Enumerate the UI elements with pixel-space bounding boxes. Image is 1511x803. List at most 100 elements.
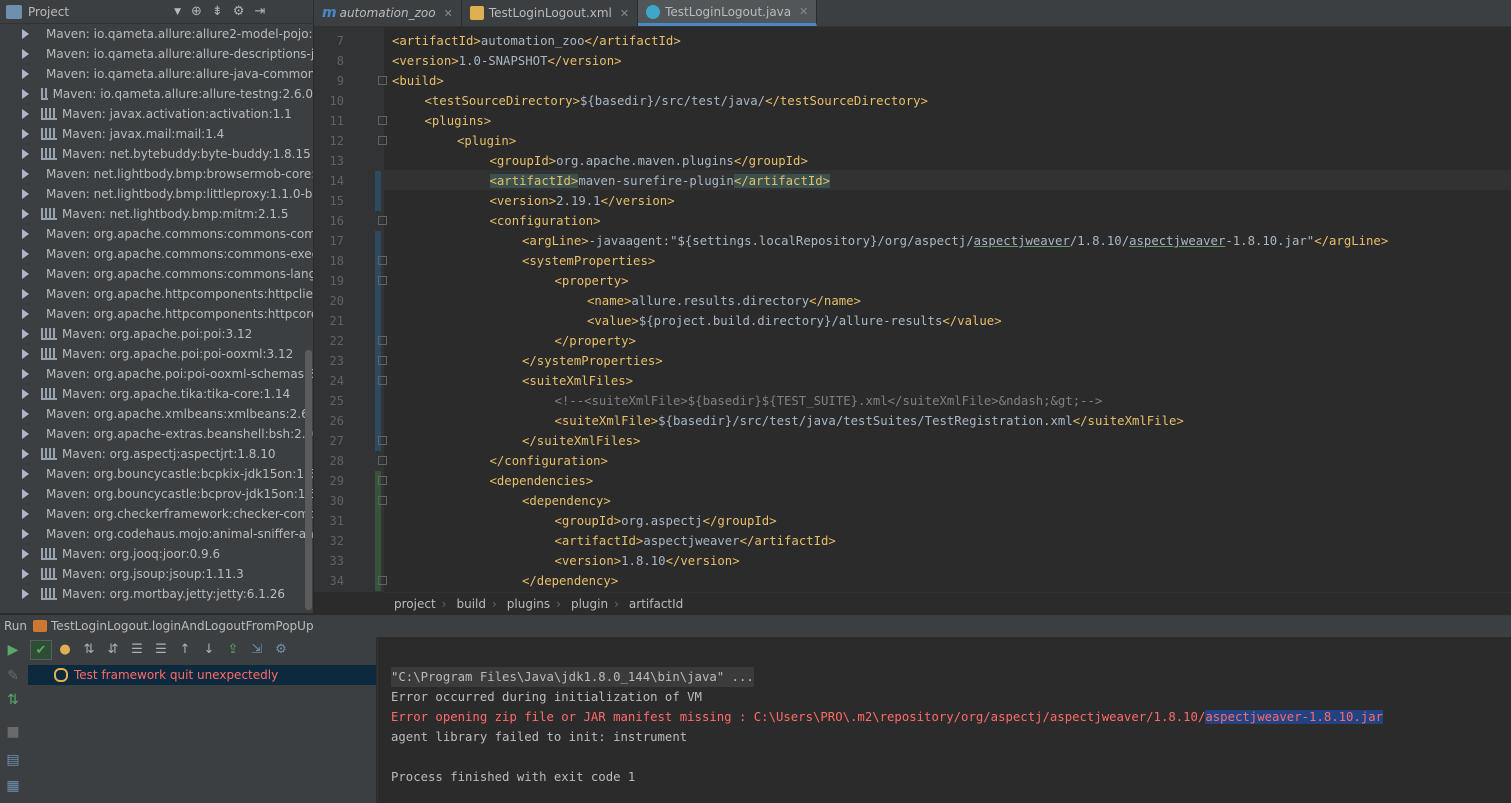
fold-icon[interactable]: [378, 376, 387, 385]
expand-arrow-icon[interactable]: [22, 249, 29, 259]
expand-arrow-icon[interactable]: [22, 209, 29, 219]
code-line[interactable]: </property>: [555, 331, 636, 351]
code-line[interactable]: <dependency>: [522, 491, 611, 511]
expand-all-icon[interactable]: ☰: [126, 640, 148, 660]
tree-item-maven-library[interactable]: Maven: io.qameta.allure:allure-java-comm…: [0, 64, 313, 84]
hide-icon[interactable]: ⇥: [254, 4, 265, 19]
vcs-change-marker[interactable]: [375, 511, 381, 531]
code-line[interactable]: <plugins>: [425, 111, 492, 131]
tree-item-maven-library[interactable]: Maven: org.jsoup:jsoup:1.11.3: [0, 564, 313, 584]
expand-arrow-icon[interactable]: [22, 449, 29, 459]
tree-item-maven-library[interactable]: Maven: net.lightbody.bmp:browsermob-core…: [0, 164, 313, 184]
tree-item-maven-library[interactable]: Maven: org.apache.poi:poi:3.12: [0, 324, 313, 344]
breadcrumb-item[interactable]: build: [456, 597, 486, 611]
tree-item-maven-library[interactable]: Maven: org.apache.httpcomponents:httpcor…: [0, 304, 313, 324]
expand-arrow-icon[interactable]: [22, 549, 29, 559]
code-line[interactable]: <artifactId>maven-surefire-plugin</artif…: [489, 171, 831, 191]
collapse-all-icon[interactable]: ☰: [150, 640, 172, 660]
code-line[interactable]: <plugin>: [457, 131, 516, 151]
gear-icon[interactable]: ⚙: [270, 640, 292, 660]
project-panel-title[interactable]: Project: [28, 5, 69, 19]
run-config-name[interactable]: TestLoginLogout.loginAndLogoutFromPopUp: [51, 619, 314, 633]
tab-automation-zoo[interactable]: m automation_zoo ✕: [314, 0, 462, 26]
expand-arrow-icon[interactable]: [22, 129, 29, 139]
tree-item-maven-library[interactable]: Maven: org.mortbay.jetty:jetty:6.1.26: [0, 584, 313, 604]
show-ignored-icon[interactable]: ●: [54, 640, 76, 660]
vcs-change-marker[interactable]: [375, 191, 381, 211]
vcs-change-marker[interactable]: [375, 231, 381, 251]
tree-item-maven-library[interactable]: Maven: org.apache.commons:commons-exec:1: [0, 244, 313, 264]
chevron-down-icon[interactable]: ▼: [174, 7, 181, 17]
fold-icon[interactable]: [378, 136, 387, 145]
code-line[interactable]: <configuration>: [490, 211, 601, 231]
vcs-change-marker[interactable]: [375, 551, 381, 571]
vcs-change-marker[interactable]: [375, 171, 381, 191]
breadcrumb-item[interactable]: plugin: [571, 597, 608, 611]
next-failed-icon[interactable]: ↓: [198, 640, 220, 660]
code-line[interactable]: <artifactId>automation_zoo</artifactId>: [392, 31, 681, 51]
expand-arrow-icon[interactable]: [22, 469, 29, 479]
fold-icon[interactable]: [378, 496, 387, 505]
tree-item-maven-library[interactable]: Maven: net.lightbody.bmp:littleproxy:1.1…: [0, 184, 313, 204]
tab-testloginlogout-java[interactable]: TestLoginLogout.java ✕: [638, 0, 818, 26]
tree-item-maven-library[interactable]: Maven: org.bouncycastle:bcpkix-jdk15on:1…: [0, 464, 313, 484]
fold-icon[interactable]: [378, 256, 387, 265]
tree-item-maven-library[interactable]: Maven: org.bouncycastle:bcprov-jdk15on:1…: [0, 484, 313, 504]
tree-item-maven-library[interactable]: Maven: org.checkerframework:checker-comp…: [0, 504, 313, 524]
breadcrumb-item[interactable]: project: [394, 597, 436, 611]
fold-icon[interactable]: [378, 276, 387, 285]
expand-arrow-icon[interactable]: [22, 349, 29, 359]
expand-arrow-icon[interactable]: [22, 569, 29, 579]
vcs-change-marker[interactable]: [375, 531, 381, 551]
tree-item-maven-library[interactable]: Maven: org.apache.commons:commons-lang3:…: [0, 264, 313, 284]
test-tree-row[interactable]: Test framework quit unexpectedly: [28, 665, 376, 685]
vcs-change-marker[interactable]: [375, 291, 381, 311]
fold-icon[interactable]: [378, 116, 387, 125]
tree-item-maven-library[interactable]: Maven: org.apache.poi:poi-ooxml-schemas:…: [0, 364, 313, 384]
expand-arrow-icon[interactable]: [22, 89, 29, 99]
expand-arrow-icon[interactable]: [22, 529, 29, 539]
close-icon[interactable]: ✕: [620, 7, 629, 20]
expand-arrow-icon[interactable]: [22, 309, 29, 319]
collapse-all-icon[interactable]: ⇟: [212, 4, 223, 19]
code-line[interactable]: <systemProperties>: [522, 251, 655, 271]
fold-icon[interactable]: [378, 356, 387, 365]
gear-icon[interactable]: ⚙: [233, 4, 245, 19]
close-icon[interactable]: ✕: [444, 7, 453, 20]
tree-item-maven-library[interactable]: Maven: org.apache.httpcomponents:httpcli…: [0, 284, 313, 304]
fold-icon[interactable]: [378, 336, 387, 345]
expand-arrow-icon[interactable]: [22, 509, 29, 519]
tree-item-maven-library[interactable]: Maven: org.apache.commons:commons-compr: [0, 224, 313, 244]
expand-arrow-icon[interactable]: [22, 229, 29, 239]
code-line[interactable]: <groupId>org.apache.maven.plugins</group…: [490, 151, 808, 171]
fold-icon[interactable]: [378, 456, 387, 465]
fold-icon[interactable]: [378, 576, 387, 585]
tree-item-maven-library[interactable]: Maven: org.apache.xmlbeans:xmlbeans:2.6.…: [0, 404, 313, 424]
expand-arrow-icon[interactable]: [22, 489, 29, 499]
fold-icon[interactable]: [378, 436, 387, 445]
breadcrumb-item[interactable]: plugins: [507, 597, 550, 611]
tree-item-maven-library[interactable]: Maven: org.jooq:joor:0.9.6: [0, 544, 313, 564]
tree-item-maven-library[interactable]: Maven: io.qameta.allure:allure-testng:2.…: [0, 84, 313, 104]
code-line[interactable]: <build>: [392, 71, 444, 91]
code-line[interactable]: <testSourceDirectory>${basedir}/src/test…: [425, 91, 928, 111]
stop-icon[interactable]: ■: [4, 723, 22, 741]
code-line[interactable]: <property>: [555, 271, 629, 291]
code-line[interactable]: </suiteXmlFiles>: [522, 431, 640, 451]
code-line[interactable]: <suiteXmlFiles>: [522, 371, 633, 391]
rerun-failed-icon[interactable]: ✎: [4, 667, 22, 685]
expand-arrow-icon[interactable]: [22, 289, 29, 299]
expand-arrow-icon[interactable]: [22, 149, 29, 159]
expand-arrow-icon[interactable]: [22, 49, 29, 59]
vcs-change-marker[interactable]: [375, 311, 381, 331]
export-icon[interactable]: ⇪: [222, 640, 244, 660]
code-line[interactable]: <value>${project.build.directory}/allure…: [587, 311, 1002, 331]
fold-icon[interactable]: [378, 216, 387, 225]
tree-item-maven-library[interactable]: Maven: org.aspectj:aspectjrt:1.8.10: [0, 444, 313, 464]
expand-arrow-icon[interactable]: [22, 29, 29, 39]
rerun-icon[interactable]: ▶: [4, 641, 22, 659]
expand-arrow-icon[interactable]: [22, 389, 29, 399]
expand-arrow-icon[interactable]: [22, 169, 29, 179]
code-line[interactable]: <version>1.8.10</version>: [555, 551, 740, 571]
code-line[interactable]: <!--<suiteXmlFile>${basedir}${TEST_SUITE…: [555, 391, 1103, 411]
